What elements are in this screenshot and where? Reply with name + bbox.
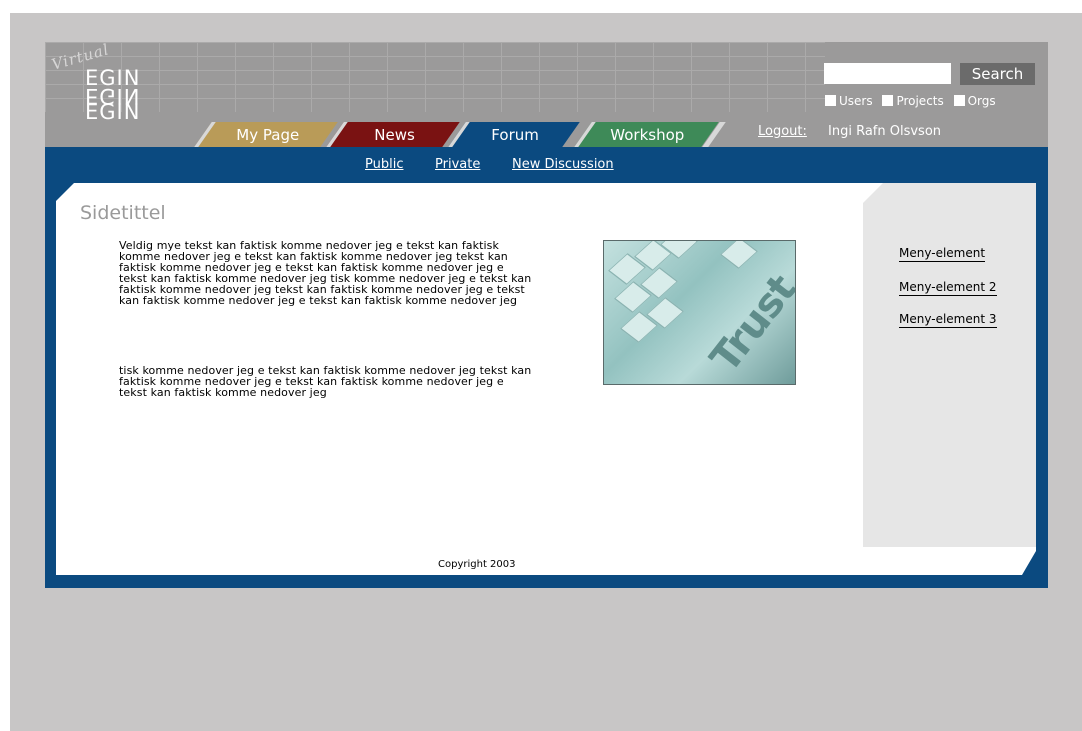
body-paragraph: tisk komme nedover jeg e tekst kan fakti… [119, 364, 532, 399]
content-panel: Sidetittel Veldig mye tekst kan faktisk … [56, 183, 1036, 575]
logout-link[interactable]: Logout: [758, 124, 807, 139]
tab-label: Workshop [610, 126, 685, 144]
keyboard-image: Trust [603, 240, 796, 385]
sidebar-menu: Meny-element Meny-element 2 Meny-element… [863, 183, 1036, 547]
tab-workshop[interactable]: Workshop [574, 122, 719, 147]
sidebar-item-3[interactable]: Meny-element 3 [899, 312, 997, 328]
filter-projects[interactable]: Projects [882, 94, 944, 108]
tab-forum[interactable]: Forum [448, 122, 580, 147]
image-brand-text: Trust [701, 266, 796, 382]
site-logo[interactable]: EGIN EGIN EGIN [85, 68, 141, 123]
filter-label: Projects [896, 94, 944, 108]
page-title: Sidetittel [80, 202, 166, 224]
content-frame: Public Private New Discussion Sidetittel… [45, 147, 1048, 588]
search-button[interactable]: Search [960, 63, 1035, 85]
filter-label: Users [839, 94, 873, 108]
filter-users[interactable]: Users [825, 94, 873, 108]
filter-label: Orgs [967, 94, 996, 108]
projects-checkbox[interactable] [882, 95, 894, 106]
header-grid-decoration [45, 42, 825, 112]
copyright-text: Copyright 2003 [438, 559, 516, 570]
user-name: Ingi Rafn Olsvson [828, 124, 942, 139]
site-header: Virtual EGIN EGIN EGIN My Page News Foru… [45, 42, 1048, 147]
key-shape [720, 240, 758, 269]
tab-label: My Page [235, 126, 299, 144]
subnav-public-link[interactable]: Public [365, 157, 403, 172]
body-paragraph: Veldig mye tekst kan faktisk komme nedov… [119, 239, 532, 307]
sidebar-item-2[interactable]: Meny-element 2 [899, 280, 997, 296]
orgs-checkbox[interactable] [953, 95, 965, 106]
subnav-private-link[interactable]: Private [435, 157, 480, 172]
tab-label: Forum [491, 126, 540, 144]
tab-my-page[interactable]: My Page [194, 122, 338, 147]
subnav-new-discussion-link[interactable]: New Discussion [512, 157, 614, 172]
tab-label: News [374, 126, 415, 144]
users-checkbox[interactable] [825, 95, 836, 106]
search-input[interactable] [824, 63, 951, 84]
search-filters: Users Projects Orgs [825, 94, 1002, 108]
logo-line-mirrored: EGIN [85, 84, 141, 108]
filter-orgs[interactable]: Orgs [953, 94, 996, 108]
sidebar-item-1[interactable]: Meny-element [899, 246, 985, 262]
tab-news[interactable]: News [326, 122, 460, 147]
